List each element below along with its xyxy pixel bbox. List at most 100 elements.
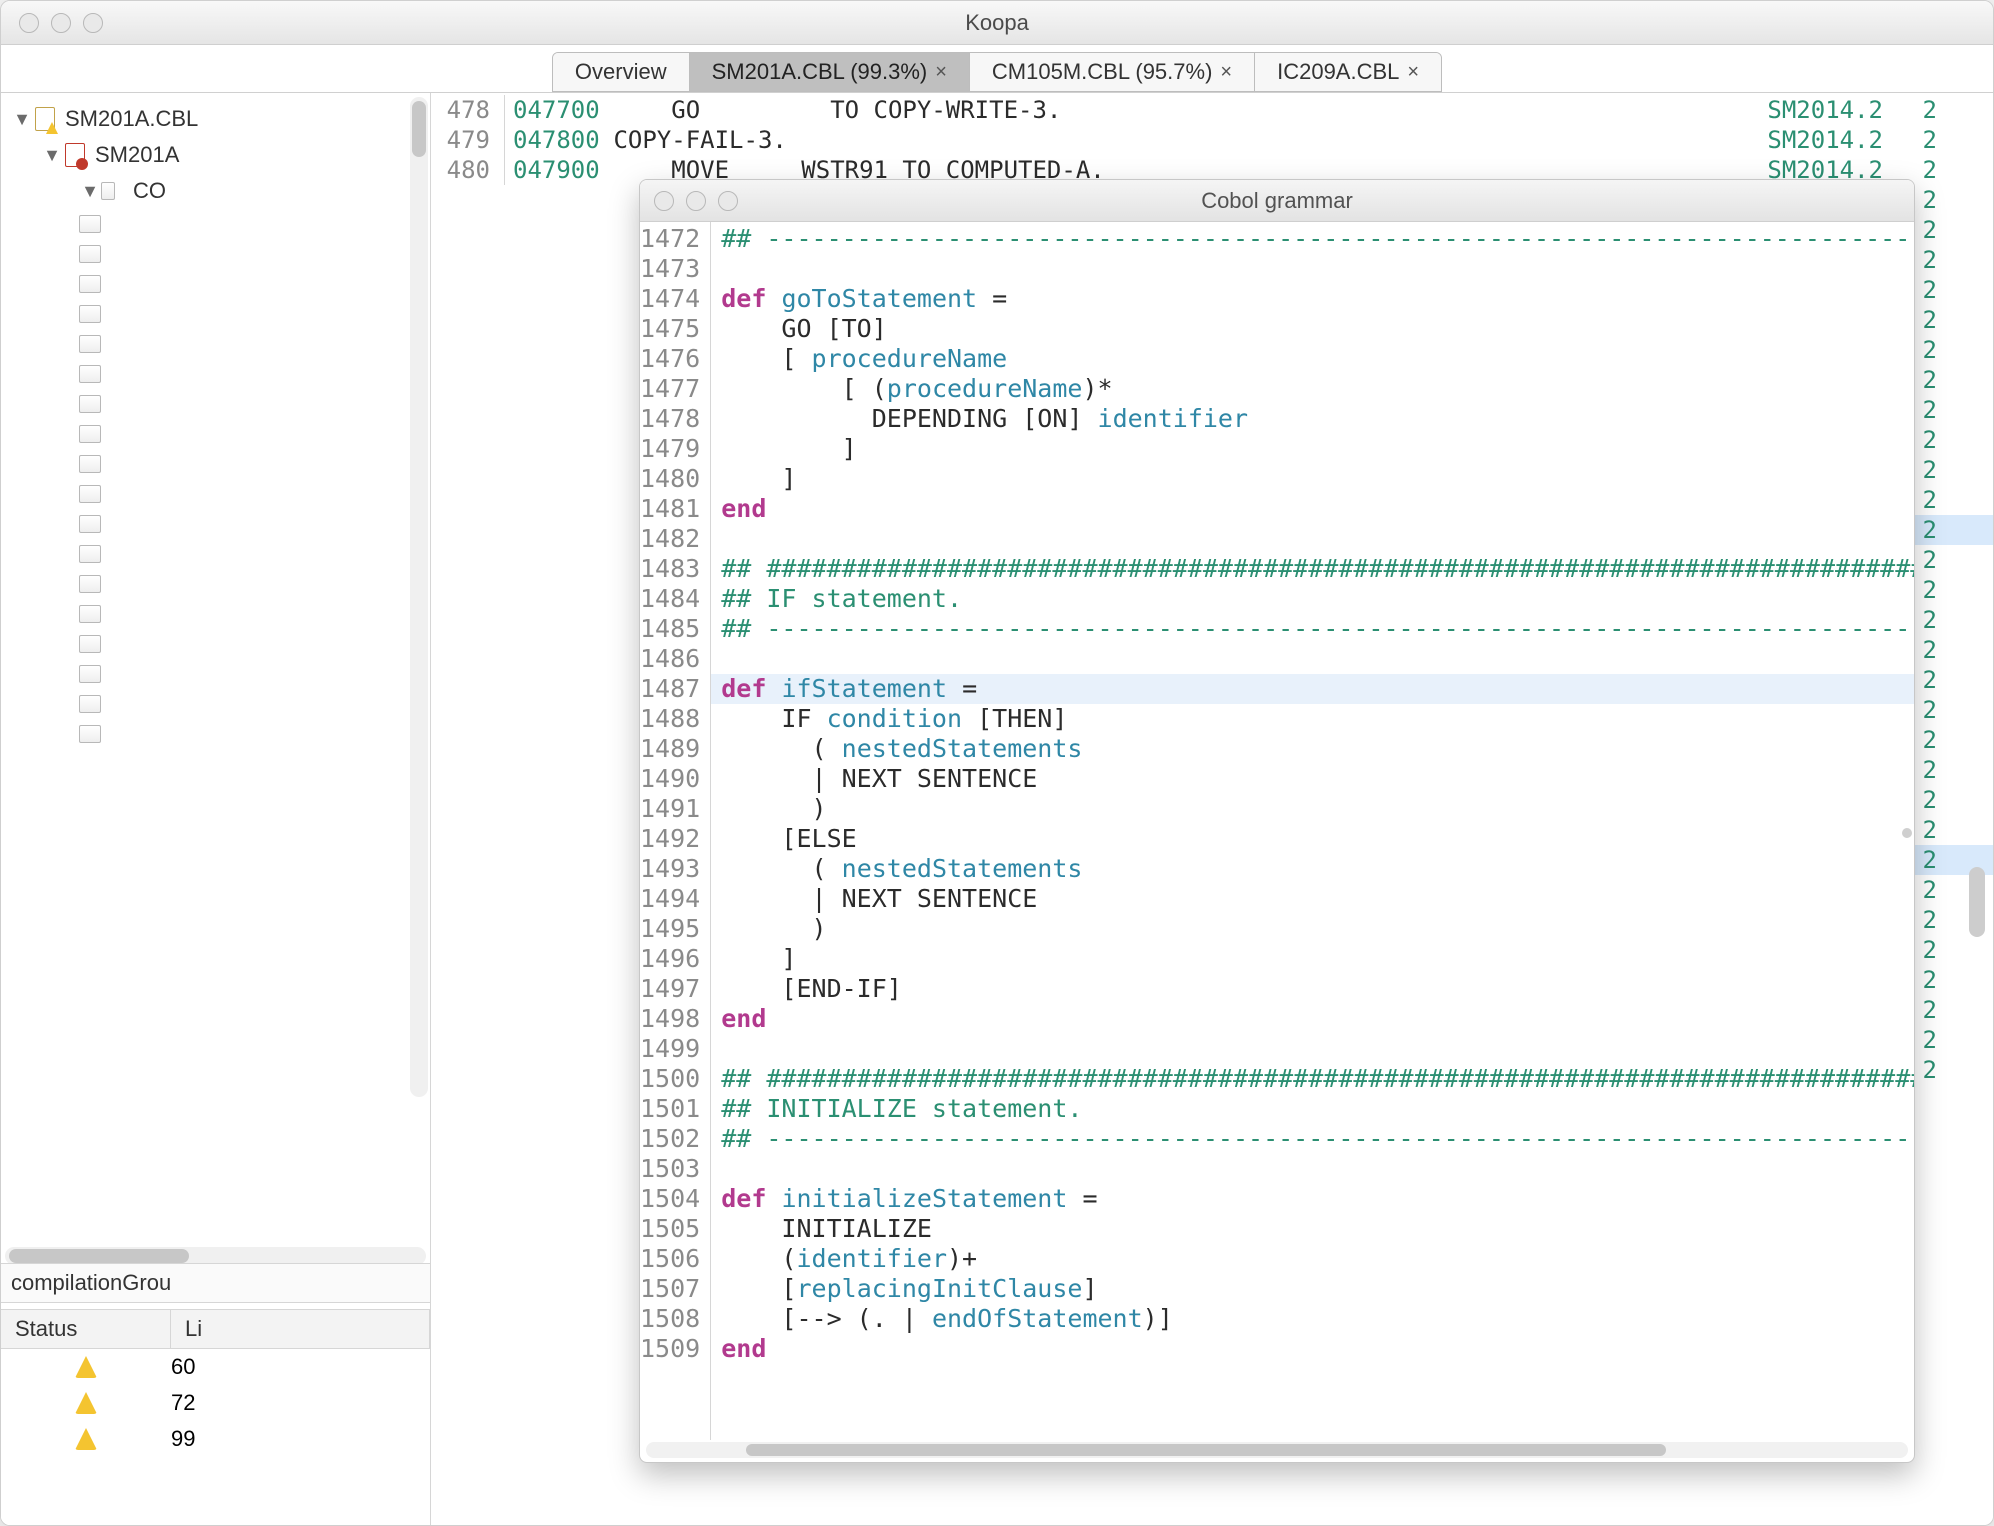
code-row: 478047700 GO TO COPY-WRITE-3.SM2014.2 [431, 95, 1993, 125]
table-row[interactable]: 72 [1, 1385, 430, 1421]
tree-stub-row[interactable] [79, 419, 430, 449]
warning-icon [75, 1356, 97, 1378]
node-icon [79, 335, 101, 353]
grammar-line: ## -------------------------------------… [721, 224, 1915, 254]
tab-label: CM105M.CBL (95.7%) [992, 59, 1212, 85]
tree-stub-row[interactable] [79, 359, 430, 389]
grammar-line: ] [721, 434, 1915, 464]
grammar-line: def goToStatement = [721, 284, 1915, 314]
scrollbar-thumb[interactable] [746, 1444, 1666, 1456]
tree-stub-row[interactable] [79, 569, 430, 599]
node-icon [79, 665, 101, 683]
sidebar: ▼ SM201A.CBL ▼ SM201A ▼ CO compilat [1, 93, 431, 1525]
tab-2[interactable]: CM105M.CBL (95.7%) × [970, 53, 1255, 91]
grammar-code[interactable]: ## -------------------------------------… [711, 222, 1915, 1440]
file-error-icon [65, 143, 85, 167]
tree-stub-row[interactable] [79, 479, 430, 509]
node-icon [79, 305, 101, 323]
grammar-line: ) [721, 794, 1915, 824]
grammar-hscrollbar[interactable] [646, 1442, 1908, 1458]
grammar-line: INITIALIZE [721, 1214, 1915, 1244]
warning-icon [75, 1428, 97, 1450]
background-code[interactable]: 478047700 GO TO COPY-WRITE-3.SM2014.2479… [431, 93, 1993, 185]
tab-label: IC209A.CBL [1277, 59, 1399, 85]
grammar-line: DEPENDING [ON] identifier [721, 404, 1915, 434]
tree-root[interactable]: ▼ SM201A.CBL [1, 101, 430, 137]
tree-stub-row[interactable] [79, 299, 430, 329]
editor-vscrollbar[interactable] [1967, 97, 1987, 1515]
line-cell: 60 [171, 1354, 430, 1380]
grammar-line [721, 1154, 1915, 1184]
tree-stub-row[interactable] [79, 449, 430, 479]
main-window: Koopa OverviewSM201A.CBL (99.3%)×CM105M.… [0, 0, 1994, 1526]
grammar-window: Cobol grammar 14721473147414751476147714… [639, 179, 1915, 1463]
tree-stub-row[interactable] [79, 599, 430, 629]
tree-stub-row[interactable] [79, 239, 430, 269]
main-titlebar: Koopa [1, 1, 1993, 45]
grammar-line: def initializeStatement = [721, 1184, 1915, 1214]
grammar-line: GO [TO] [721, 314, 1915, 344]
grammar-line: (identifier)+ [721, 1244, 1915, 1274]
tree-stub-row[interactable] [79, 509, 430, 539]
tree-stub-row[interactable] [79, 539, 430, 569]
tree-stub-row[interactable] [79, 329, 430, 359]
grammar-line: def ifStatement = [711, 674, 1915, 704]
grammar-line [721, 1034, 1915, 1064]
sidebar-vscrollbar[interactable] [410, 97, 428, 1097]
grammar-line: end [721, 1334, 1915, 1364]
node-icon [79, 425, 101, 443]
grammar-line: end [721, 1004, 1915, 1034]
scrollbar-thumb[interactable] [9, 1249, 189, 1263]
tree-grandchild-label: CO [133, 178, 166, 204]
grammar-titlebar: Cobol grammar [640, 180, 1914, 222]
grammar-line: ] [721, 464, 1915, 494]
tree-stub-row[interactable] [79, 659, 430, 689]
close-icon[interactable]: × [935, 61, 947, 84]
grammar-line: | NEXT SENTENCE [721, 884, 1915, 914]
body: ▼ SM201A.CBL ▼ SM201A ▼ CO compilat [1, 93, 1993, 1525]
scrollbar-thumb[interactable] [412, 101, 426, 157]
table-header: Status Li [1, 1310, 430, 1349]
col-status-header[interactable]: Status [1, 1310, 171, 1348]
tree-stub-row[interactable] [79, 629, 430, 659]
grammar-body[interactable]: 1472147314741475147614771478147914801481… [640, 222, 1914, 1440]
tab-3[interactable]: IC209A.CBL × [1255, 53, 1441, 91]
tree-stub-row[interactable] [79, 389, 430, 419]
close-icon[interactable]: × [1407, 61, 1419, 84]
tree-stub-row[interactable] [79, 269, 430, 299]
grammar-line: ## -------------------------------------… [721, 614, 1915, 644]
breadcrumb[interactable]: compilationGrou [1, 1263, 430, 1303]
file-tree[interactable]: ▼ SM201A.CBL ▼ SM201A ▼ CO [1, 93, 430, 757]
grammar-line [721, 524, 1915, 554]
problems-table: Status Li 60 7299 [1, 1309, 430, 1525]
col-line-header[interactable]: Li [171, 1310, 430, 1348]
grammar-line [721, 644, 1915, 674]
node-icon [79, 485, 101, 503]
tree-grandchild[interactable]: ▼ CO [1, 173, 430, 209]
close-icon[interactable]: × [1220, 61, 1232, 84]
chevron-down-icon[interactable]: ▼ [11, 109, 33, 130]
tree-stub-row[interactable] [79, 689, 430, 719]
editor-area: 478047700 GO TO COPY-WRITE-3.SM2014.2479… [431, 93, 1993, 1525]
node-icon [79, 545, 101, 563]
grammar-line: ## #####################################… [721, 1064, 1915, 1094]
tab-1[interactable]: SM201A.CBL (99.3%)× [690, 53, 970, 91]
table-row[interactable]: 60 [1, 1349, 430, 1385]
grammar-line: ## INITIALIZE statement. [721, 1094, 1915, 1124]
grammar-line: | NEXT SENTENCE [721, 764, 1915, 794]
tree-child[interactable]: ▼ SM201A [1, 137, 430, 173]
table-row[interactable]: 99 [1, 1421, 430, 1457]
resize-handle-icon[interactable] [1900, 811, 1914, 855]
tab-0[interactable]: Overview [553, 53, 690, 91]
chevron-down-icon[interactable]: ▼ [79, 181, 101, 202]
chevron-down-icon[interactable]: ▼ [41, 145, 63, 166]
tree-stub-row[interactable] [79, 719, 430, 749]
tree-stub-row[interactable] [79, 209, 430, 239]
grammar-line: ( nestedStatements [721, 734, 1915, 764]
scrollbar-thumb[interactable] [1969, 867, 1985, 937]
grammar-line: [END-IF] [721, 974, 1915, 1004]
app-title: Koopa [1, 10, 1993, 36]
node-icon [79, 605, 101, 623]
node-icon [79, 635, 101, 653]
node-icon [79, 365, 101, 383]
